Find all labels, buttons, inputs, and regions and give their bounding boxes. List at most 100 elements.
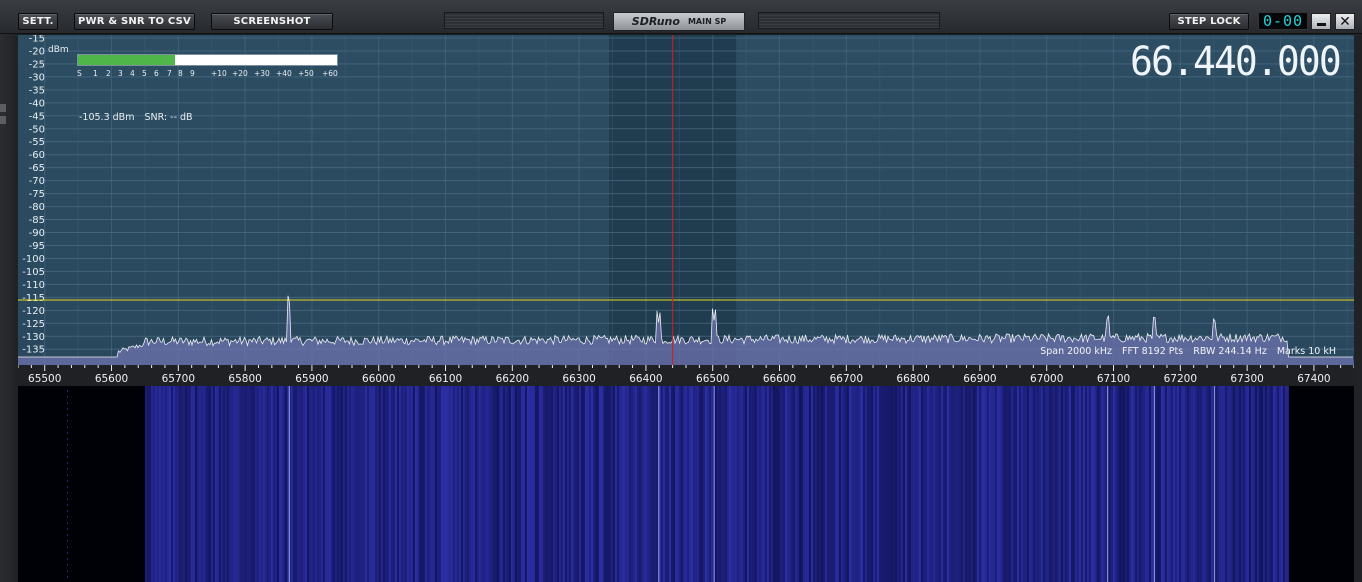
waterfall-column	[816, 386, 819, 582]
waterfall-column	[1026, 386, 1029, 582]
spectrum-panel[interactable]: -15 -20 -25 -30 -35 -40 -45 -50 -55 -60 -65 -70 -75 -…	[18, 35, 1354, 365]
waterfall-column	[186, 386, 189, 582]
y-tick-label: -40	[29, 98, 45, 109]
waterfall-column	[976, 386, 979, 582]
waterfall-image	[67, 386, 1289, 582]
waterfall-column	[316, 386, 319, 582]
waterfall-column	[456, 386, 459, 582]
waterfall-column	[1128, 386, 1131, 582]
waterfall-column	[406, 386, 409, 582]
waterfall-speck	[67, 492, 68, 494]
waterfall-column	[204, 386, 207, 582]
settings-button[interactable]: SETT.	[18, 13, 58, 30]
waterfall-column	[610, 386, 613, 582]
waterfall-column	[744, 386, 747, 582]
waterfall-column	[696, 386, 699, 582]
x-tick-label: 66300	[562, 373, 595, 385]
x-tick-label: 67000	[1030, 373, 1063, 385]
x-tick-label: 65800	[228, 373, 261, 385]
y-tick-label: -105	[22, 267, 45, 278]
waterfall-speck	[67, 504, 68, 506]
waterfall-column	[446, 386, 449, 582]
waterfall-column	[304, 386, 307, 582]
waterfall-column	[820, 386, 823, 582]
waterfall-column	[904, 386, 907, 582]
waterfall-display[interactable]	[18, 386, 1354, 582]
waterfall-column	[812, 386, 815, 582]
waterfall-speck	[67, 414, 68, 416]
waterfall-column	[628, 386, 631, 582]
waterfall-column	[794, 386, 797, 582]
frame-tab[interactable]	[0, 104, 6, 112]
waterfall-column	[998, 386, 1001, 582]
waterfall-column	[420, 386, 423, 582]
waterfall-column	[996, 386, 999, 582]
frequency-display[interactable]: 66.440.000	[1130, 39, 1342, 85]
frequency-axis[interactable]: 65500 65600 65700 65800 65900 66000 66100 66200…	[18, 365, 1354, 386]
waterfall-column	[246, 386, 249, 582]
x-tick-label: 66500	[696, 373, 729, 385]
waterfall-speck	[67, 510, 68, 512]
frame-tab[interactable]	[0, 116, 6, 124]
waterfall-column	[158, 386, 161, 582]
step-lock-button[interactable]: STEP LOCK	[1169, 13, 1249, 30]
signal-meter	[77, 54, 338, 66]
waterfall-column	[908, 386, 911, 582]
screenshot-button[interactable]: SCREENSHOT	[211, 13, 333, 30]
waterfall-column	[170, 386, 173, 582]
waterfall-column	[300, 386, 303, 582]
waterfall-column	[1072, 386, 1075, 582]
waterfall-column	[900, 386, 903, 582]
waterfall-column	[742, 386, 745, 582]
waterfall-speck	[67, 552, 68, 554]
waterfall-column	[960, 386, 963, 582]
waterfall-column	[1280, 386, 1283, 582]
waterfall-column	[1116, 386, 1119, 582]
waterfall-column	[1126, 386, 1129, 582]
waterfall-column	[1090, 386, 1093, 582]
waterfall-column	[398, 386, 401, 582]
waterfall-column	[1080, 386, 1083, 582]
waterfall-column	[682, 386, 685, 582]
export-csv-button[interactable]: PWR & SNR TO CSV	[74, 13, 195, 30]
waterfall-speck	[67, 396, 68, 398]
marks-label: Marks 10 kH	[1276, 346, 1336, 357]
waterfall-column	[358, 386, 361, 582]
waterfall-column	[1078, 386, 1081, 582]
waterfall-column	[1218, 386, 1221, 582]
waterfall-column	[252, 386, 255, 582]
waterfall-column	[220, 386, 223, 582]
waterfall-column	[190, 386, 193, 582]
waterfall-column	[1268, 386, 1271, 582]
waterfall-column	[858, 386, 861, 582]
waterfall-column	[684, 386, 687, 582]
waterfall-column	[1044, 386, 1047, 582]
waterfall-column	[694, 386, 697, 582]
x-tick-label: 66100	[429, 373, 462, 385]
waterfall-column	[828, 386, 831, 582]
waterfall-column	[1164, 386, 1167, 582]
waterfall-speck	[67, 444, 68, 446]
waterfall-column	[910, 386, 913, 582]
waterfall-column	[968, 386, 971, 582]
meter-scale-label: 4	[130, 69, 135, 78]
x-tick-label: 65500	[28, 373, 61, 385]
waterfall-column	[602, 386, 605, 582]
waterfall-column	[532, 386, 535, 582]
waterfall-column	[144, 386, 147, 582]
waterfall-column	[410, 386, 413, 582]
meter-scale-label: 5	[142, 69, 147, 78]
snr-reading: SNR: -- dB	[144, 112, 193, 123]
step-digit-display[interactable]: 0-00	[1258, 12, 1308, 30]
waterfall-column	[1256, 386, 1259, 582]
close-button[interactable]: ✕	[1335, 13, 1355, 30]
waterfall-column	[242, 386, 245, 582]
waterfall-column	[1118, 386, 1121, 582]
minimize-button[interactable]	[1311, 13, 1331, 30]
waterfall-speck	[67, 546, 68, 548]
waterfall-column	[496, 386, 499, 582]
waterfall-column	[1166, 386, 1169, 582]
waterfall-column	[400, 386, 403, 582]
waterfall-column	[702, 386, 705, 582]
waterfall-column	[518, 386, 521, 582]
